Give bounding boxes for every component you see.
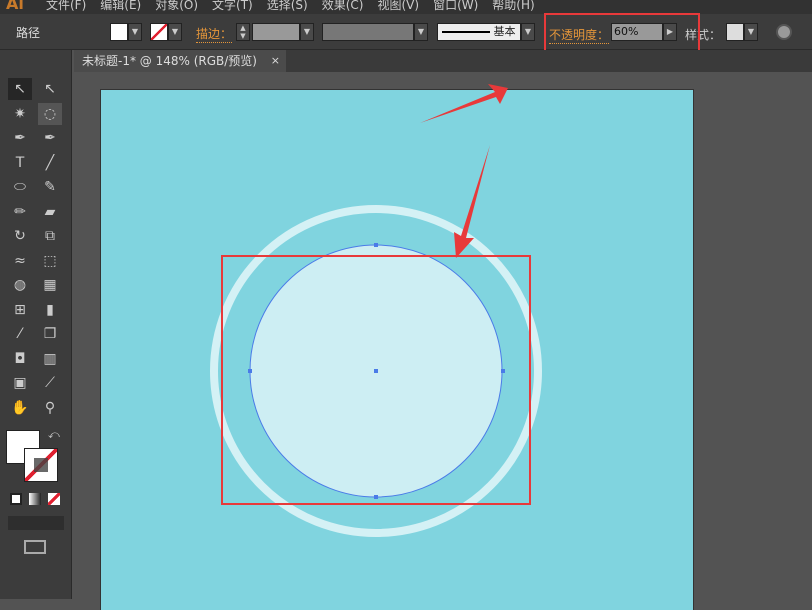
center-point: [374, 369, 378, 373]
anchor-left[interactable]: [248, 369, 252, 373]
anchor-bottom[interactable]: [374, 495, 378, 499]
anchor-top[interactable]: [374, 243, 378, 247]
annotation-arrow-1: [420, 84, 508, 123]
anchor-right[interactable]: [501, 369, 505, 373]
canvas-artwork: [210, 84, 542, 537]
